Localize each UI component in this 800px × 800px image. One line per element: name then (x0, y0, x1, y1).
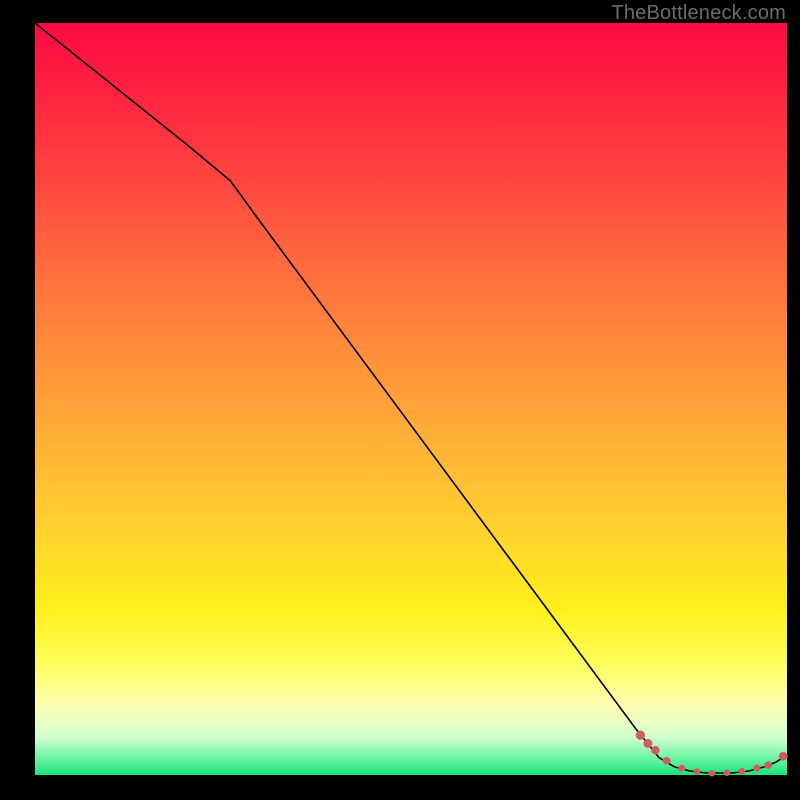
bottleneck-curve (35, 23, 787, 773)
chart-overlay (35, 23, 787, 775)
curve-marker (754, 765, 761, 772)
curve-marker (644, 739, 653, 748)
curve-marker (636, 731, 645, 740)
watermark-text: TheBottleneck.com (611, 2, 786, 25)
curve-marker (765, 762, 772, 769)
curve-marker (724, 770, 730, 776)
curve-marker (694, 768, 700, 774)
curve-marker (739, 768, 745, 774)
curve-marker (709, 770, 715, 776)
curve-marker (663, 757, 670, 764)
chart-frame: TheBottleneck.com (0, 0, 800, 800)
curve-marker (678, 765, 685, 772)
curve-marker (651, 746, 659, 754)
curve-marker (779, 752, 787, 760)
curve-markers (636, 731, 788, 777)
